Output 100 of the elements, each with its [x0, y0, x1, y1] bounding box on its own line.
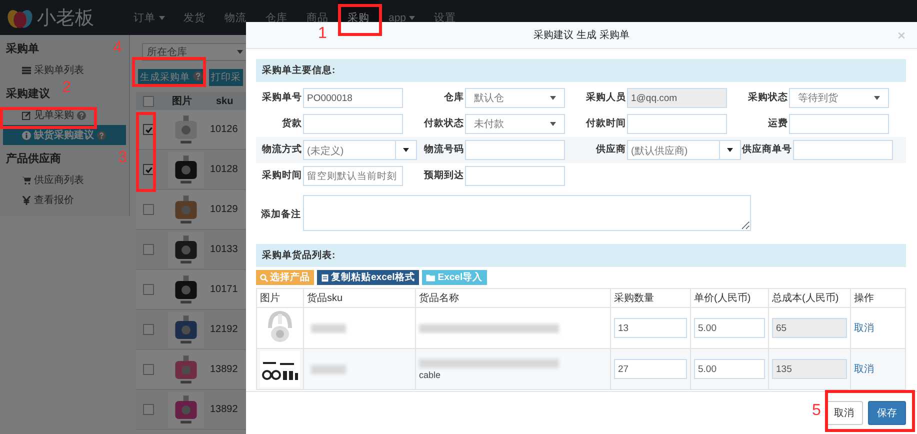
quantity-field[interactable]: 13	[614, 318, 687, 338]
column-header: 总成本(人民币)	[768, 288, 850, 308]
nav-item[interactable]: 物流	[215, 0, 256, 35]
field-label: 采购人员	[585, 90, 627, 104]
step-number: 4	[113, 40, 122, 56]
input-field[interactable]	[465, 140, 565, 160]
sidebar-heading: 采购建议	[6, 86, 50, 101]
input-field[interactable]	[627, 114, 727, 134]
field-label: 供应商单号	[742, 142, 793, 156]
input-field[interactable]	[789, 114, 889, 134]
select-field[interactable]: 默认仓	[465, 88, 565, 108]
cancel-button[interactable]: 取消	[825, 401, 863, 425]
save-button[interactable]: 保存	[868, 401, 906, 425]
select-field[interactable]: 未付款	[465, 114, 565, 134]
sidebar-item-label: 采购单列表	[34, 64, 84, 77]
sidebar-heading: 产品供应商	[6, 152, 61, 166]
step-number: 1	[318, 26, 327, 42]
checkbox[interactable]	[143, 284, 154, 295]
field-label: 物流方式	[260, 142, 303, 156]
field-label: 货款	[281, 117, 303, 130]
checkbox[interactable]	[143, 244, 154, 255]
input-field[interactable]: PO000018	[303, 88, 403, 108]
caret-icon	[403, 148, 409, 152]
table-cell: 10133	[210, 244, 238, 255]
cancel-link[interactable]: 取消	[854, 364, 874, 375]
sidebar-item[interactable]: 采购单列表	[0, 60, 129, 80]
note-field[interactable]	[303, 195, 751, 231]
check-icon	[144, 166, 152, 174]
column-header: 图片	[171, 94, 193, 108]
field-label: 添加备注	[260, 208, 302, 221]
table-cell: 13892	[210, 404, 238, 415]
field-label: 采购单号	[261, 90, 303, 104]
help-icon	[97, 130, 106, 140]
close-icon[interactable]	[898, 32, 905, 39]
product-name: cable	[419, 370, 442, 380]
combo-field[interactable]: (未定义)	[303, 140, 417, 160]
field-label: 物流号码	[422, 142, 465, 156]
sidebar-item[interactable]: 见单采购	[0, 105, 129, 125]
column-header: 操作	[850, 288, 906, 308]
section-title: 采购单货品列表:	[262, 250, 336, 261]
cancel-link[interactable]: 取消	[854, 323, 874, 334]
field-label: 采购状态	[747, 90, 789, 104]
sidebar-item-label: 查看报价	[34, 194, 74, 207]
cart-icon	[22, 176, 31, 184]
help-icon	[193, 71, 203, 81]
input-field[interactable]: 留空则默认当前时刻	[303, 166, 403, 186]
info-icon	[22, 130, 31, 140]
folder-icon	[426, 274, 436, 282]
combo-field[interactable]: (默认供应商)	[627, 140, 741, 160]
caret-icon	[550, 122, 556, 126]
step-number: 2	[62, 80, 71, 96]
table-cell: 13892	[210, 364, 238, 375]
input-field[interactable]	[303, 114, 403, 134]
column-header: 采购数量	[610, 288, 690, 308]
checkbox[interactable]	[143, 404, 154, 415]
checkbox[interactable]	[143, 324, 154, 335]
caret-icon	[727, 148, 733, 152]
dialog-title: 采购建议 生成 采购单	[534, 28, 630, 42]
checkbox[interactable]	[143, 204, 154, 215]
nav-item[interactable]: 发货	[174, 0, 215, 35]
sidebar-item[interactable]: 供应商列表	[0, 170, 129, 190]
sidebar-item-label: 供应商列表	[34, 174, 84, 187]
field-label: 采购时间	[261, 168, 303, 182]
table-cell: 10126	[210, 124, 238, 135]
table-cell: 10129	[210, 204, 238, 215]
table-cell: 10171	[210, 284, 238, 295]
field-label: 预期到达	[422, 169, 465, 182]
price-field[interactable]: 5.00	[694, 318, 765, 338]
table-cell: 12192	[210, 324, 238, 335]
list-icon	[22, 66, 31, 74]
toolbar-button[interactable]: 打印采	[209, 69, 243, 86]
column-header: 单价(人民币)	[690, 288, 768, 308]
input-field[interactable]	[465, 166, 565, 186]
blurred-text	[311, 324, 346, 332]
step-number: 3	[118, 150, 127, 166]
column-header: sku	[215, 96, 234, 106]
nav-item[interactable]: 订单	[124, 0, 174, 35]
sidebar-heading: 采购单	[6, 42, 39, 56]
input-field[interactable]	[793, 140, 893, 160]
document-icon	[321, 274, 329, 282]
checkbox[interactable]	[143, 124, 154, 135]
field-label: 付款时间	[584, 117, 627, 130]
toolbar-button[interactable]: 复制粘贴excel格式	[317, 270, 419, 285]
price-field[interactable]: 5.00	[694, 359, 765, 379]
checkbox[interactable]	[143, 164, 154, 175]
table-cell: 10128	[210, 164, 238, 175]
select-field[interactable]: 等待到货	[789, 88, 889, 108]
section-title: 采购单主要信息:	[262, 65, 336, 76]
column-header: 货品名称	[416, 288, 610, 308]
field-label: 付款状态	[422, 116, 465, 130]
quantity-field[interactable]: 27	[614, 359, 687, 379]
highlight-frame	[338, 4, 382, 36]
sidebar-item-label: 缺货采购建议	[34, 128, 94, 142]
field-label: 运费	[767, 117, 789, 130]
checkbox[interactable]	[143, 96, 154, 106]
sidebar-item[interactable]: 查看报价	[0, 190, 129, 210]
blurred-text	[311, 364, 346, 374]
logo-text: 小老板	[37, 6, 94, 30]
column-header: 图片	[256, 288, 304, 308]
checkbox[interactable]	[143, 364, 154, 375]
